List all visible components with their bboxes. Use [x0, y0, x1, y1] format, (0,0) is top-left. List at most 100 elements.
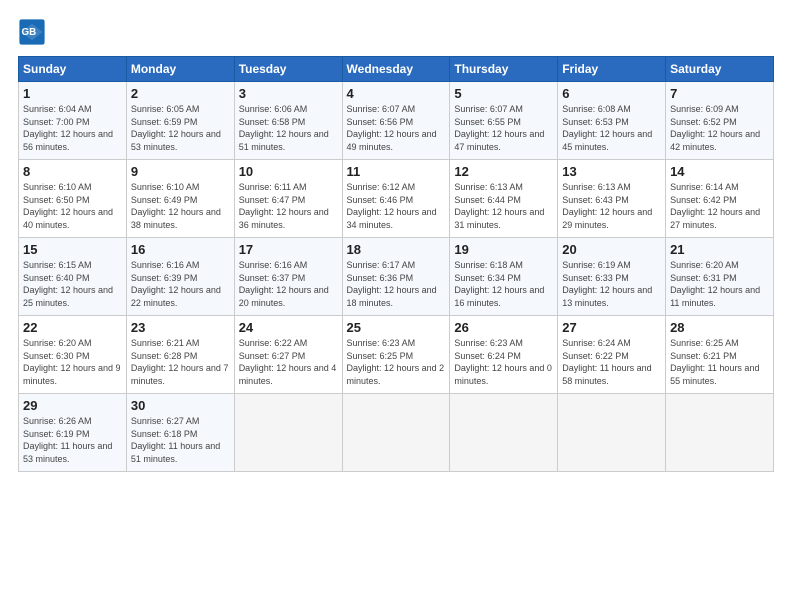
day-number: 23	[131, 320, 230, 335]
day-number: 25	[347, 320, 446, 335]
table-row: 4 Sunrise: 6:07 AMSunset: 6:56 PMDaylight…	[342, 82, 450, 160]
calendar-table: Sunday Monday Tuesday Wednesday Thursday…	[18, 56, 774, 472]
table-row: 23Sunrise: 6:21 AMSunset: 6:28 PMDayligh…	[126, 316, 234, 394]
day-info: Sunrise: 6:10 AMSunset: 6:50 PMDaylight:…	[23, 181, 122, 231]
day-info: Sunrise: 6:17 AMSunset: 6:36 PMDaylight:…	[347, 259, 446, 309]
table-row: 29Sunrise: 6:26 AMSunset: 6:19 PMDayligh…	[19, 394, 127, 472]
day-number: 15	[23, 242, 122, 257]
day-number: 3	[239, 86, 338, 101]
table-row: 12 Sunrise: 6:13 AMSunset: 6:44 PMDayligh…	[450, 160, 558, 238]
day-info: Sunrise: 6:15 AMSunset: 6:40 PMDaylight:…	[23, 259, 122, 309]
table-row: 22 Sunrise: 6:20 AMSunset: 6:30 PMDayligh…	[19, 316, 127, 394]
day-number: 11	[347, 164, 446, 179]
page-header: GB	[18, 18, 774, 46]
day-number: 17	[239, 242, 338, 257]
day-info: Sunrise: 6:24 AMSunset: 6:22 PMDaylight:…	[562, 337, 661, 387]
day-info: Sunrise: 6:27 AMSunset: 6:18 PMDaylight:…	[131, 415, 230, 465]
table-row	[558, 394, 666, 472]
col-wednesday: Wednesday	[342, 57, 450, 82]
col-sunday: Sunday	[19, 57, 127, 82]
table-row	[234, 394, 342, 472]
col-thursday: Thursday	[450, 57, 558, 82]
table-row: 17 Sunrise: 6:16 AMSunset: 6:37 PMDayligh…	[234, 238, 342, 316]
table-row: 9Sunrise: 6:10 AMSunset: 6:49 PMDaylight…	[126, 160, 234, 238]
day-number: 27	[562, 320, 661, 335]
day-number: 2	[131, 86, 230, 101]
table-row: 18 Sunrise: 6:17 AMSunset: 6:36 PMDayligh…	[342, 238, 450, 316]
table-row: 6 Sunrise: 6:08 AMSunset: 6:53 PMDaylight…	[558, 82, 666, 160]
day-info: Sunrise: 6:07 AMSunset: 6:56 PMDaylight:…	[347, 103, 446, 153]
day-number: 22	[23, 320, 122, 335]
table-row: 14Sunrise: 6:14 AMSunset: 6:42 PMDayligh…	[666, 160, 774, 238]
day-number: 1	[23, 86, 122, 101]
table-row: 1Sunrise: 6:04 AMSunset: 7:00 PMDaylight…	[19, 82, 127, 160]
svg-text:GB: GB	[22, 27, 37, 38]
table-row: 25 Sunrise: 6:23 AMSunset: 6:25 PMDayligh…	[342, 316, 450, 394]
day-info: Sunrise: 6:07 AMSunset: 6:55 PMDaylight:…	[454, 103, 553, 153]
day-info: Sunrise: 6:05 AMSunset: 6:59 PMDaylight:…	[131, 103, 230, 153]
day-info: Sunrise: 6:12 AMSunset: 6:46 PMDaylight:…	[347, 181, 446, 231]
day-number: 10	[239, 164, 338, 179]
table-row: 2 Sunrise: 6:05 AMSunset: 6:59 PMDaylight…	[126, 82, 234, 160]
day-info: Sunrise: 6:09 AMSunset: 6:52 PMDaylight:…	[670, 103, 769, 153]
col-tuesday: Tuesday	[234, 57, 342, 82]
table-row: 26 Sunrise: 6:23 AMSunset: 6:24 PMDayligh…	[450, 316, 558, 394]
calendar-header-row: Sunday Monday Tuesday Wednesday Thursday…	[19, 57, 774, 82]
table-row: 15 Sunrise: 6:15 AMSunset: 6:40 PMDayligh…	[19, 238, 127, 316]
day-info: Sunrise: 6:16 AMSunset: 6:39 PMDaylight:…	[131, 259, 230, 309]
table-row: 11 Sunrise: 6:12 AMSunset: 6:46 PMDayligh…	[342, 160, 450, 238]
day-info: Sunrise: 6:06 AMSunset: 6:58 PMDaylight:…	[239, 103, 338, 153]
table-row	[666, 394, 774, 472]
day-info: Sunrise: 6:23 AMSunset: 6:25 PMDaylight:…	[347, 337, 446, 387]
table-row: 8 Sunrise: 6:10 AMSunset: 6:50 PMDaylight…	[19, 160, 127, 238]
table-row: 19Sunrise: 6:18 AMSunset: 6:34 PMDayligh…	[450, 238, 558, 316]
day-number: 16	[131, 242, 230, 257]
calendar-week-row: 8 Sunrise: 6:10 AMSunset: 6:50 PMDaylight…	[19, 160, 774, 238]
day-number: 18	[347, 242, 446, 257]
day-number: 5	[454, 86, 553, 101]
day-info: Sunrise: 6:13 AMSunset: 6:43 PMDaylight:…	[562, 181, 661, 231]
day-info: Sunrise: 6:22 AMSunset: 6:27 PMDaylight:…	[239, 337, 338, 387]
table-row: 5 Sunrise: 6:07 AMSunset: 6:55 PMDaylight…	[450, 82, 558, 160]
col-saturday: Saturday	[666, 57, 774, 82]
day-number: 30	[131, 398, 230, 413]
table-row: 3 Sunrise: 6:06 AMSunset: 6:58 PMDaylight…	[234, 82, 342, 160]
table-row: 27 Sunrise: 6:24 AMSunset: 6:22 PMDayligh…	[558, 316, 666, 394]
logo: GB	[18, 18, 50, 46]
day-number: 13	[562, 164, 661, 179]
day-info: Sunrise: 6:13 AMSunset: 6:44 PMDaylight:…	[454, 181, 553, 231]
day-info: Sunrise: 6:23 AMSunset: 6:24 PMDaylight:…	[454, 337, 553, 387]
day-number: 4	[347, 86, 446, 101]
calendar-week-row: 15 Sunrise: 6:15 AMSunset: 6:40 PMDayligh…	[19, 238, 774, 316]
table-row: 13 Sunrise: 6:13 AMSunset: 6:43 PMDayligh…	[558, 160, 666, 238]
table-row	[342, 394, 450, 472]
table-row: 7Sunrise: 6:09 AMSunset: 6:52 PMDaylight…	[666, 82, 774, 160]
day-number: 8	[23, 164, 122, 179]
day-info: Sunrise: 6:11 AMSunset: 6:47 PMDaylight:…	[239, 181, 338, 231]
table-row	[450, 394, 558, 472]
calendar-week-row: 29Sunrise: 6:26 AMSunset: 6:19 PMDayligh…	[19, 394, 774, 472]
day-info: Sunrise: 6:19 AMSunset: 6:33 PMDaylight:…	[562, 259, 661, 309]
table-row: 21 Sunrise: 6:20 AMSunset: 6:31 PMDayligh…	[666, 238, 774, 316]
table-row: 24 Sunrise: 6:22 AMSunset: 6:27 PMDayligh…	[234, 316, 342, 394]
day-info: Sunrise: 6:14 AMSunset: 6:42 PMDaylight:…	[670, 181, 769, 231]
table-row: 16 Sunrise: 6:16 AMSunset: 6:39 PMDayligh…	[126, 238, 234, 316]
table-row: 28 Sunrise: 6:25 AMSunset: 6:21 PMDayligh…	[666, 316, 774, 394]
table-row: 10 Sunrise: 6:11 AMSunset: 6:47 PMDayligh…	[234, 160, 342, 238]
day-info: Sunrise: 6:20 AMSunset: 6:30 PMDaylight:…	[23, 337, 122, 387]
day-number: 12	[454, 164, 553, 179]
day-info: Sunrise: 6:20 AMSunset: 6:31 PMDaylight:…	[670, 259, 769, 309]
day-info: Sunrise: 6:16 AMSunset: 6:37 PMDaylight:…	[239, 259, 338, 309]
logo-icon: GB	[18, 18, 46, 46]
day-number: 24	[239, 320, 338, 335]
day-number: 6	[562, 86, 661, 101]
day-number: 21	[670, 242, 769, 257]
day-info: Sunrise: 6:25 AMSunset: 6:21 PMDaylight:…	[670, 337, 769, 387]
day-info: Sunrise: 6:18 AMSunset: 6:34 PMDaylight:…	[454, 259, 553, 309]
day-info: Sunrise: 6:10 AMSunset: 6:49 PMDaylight:…	[131, 181, 230, 231]
day-number: 28	[670, 320, 769, 335]
col-friday: Friday	[558, 57, 666, 82]
day-number: 26	[454, 320, 553, 335]
day-info: Sunrise: 6:08 AMSunset: 6:53 PMDaylight:…	[562, 103, 661, 153]
day-info: Sunrise: 6:26 AMSunset: 6:19 PMDaylight:…	[23, 415, 122, 465]
